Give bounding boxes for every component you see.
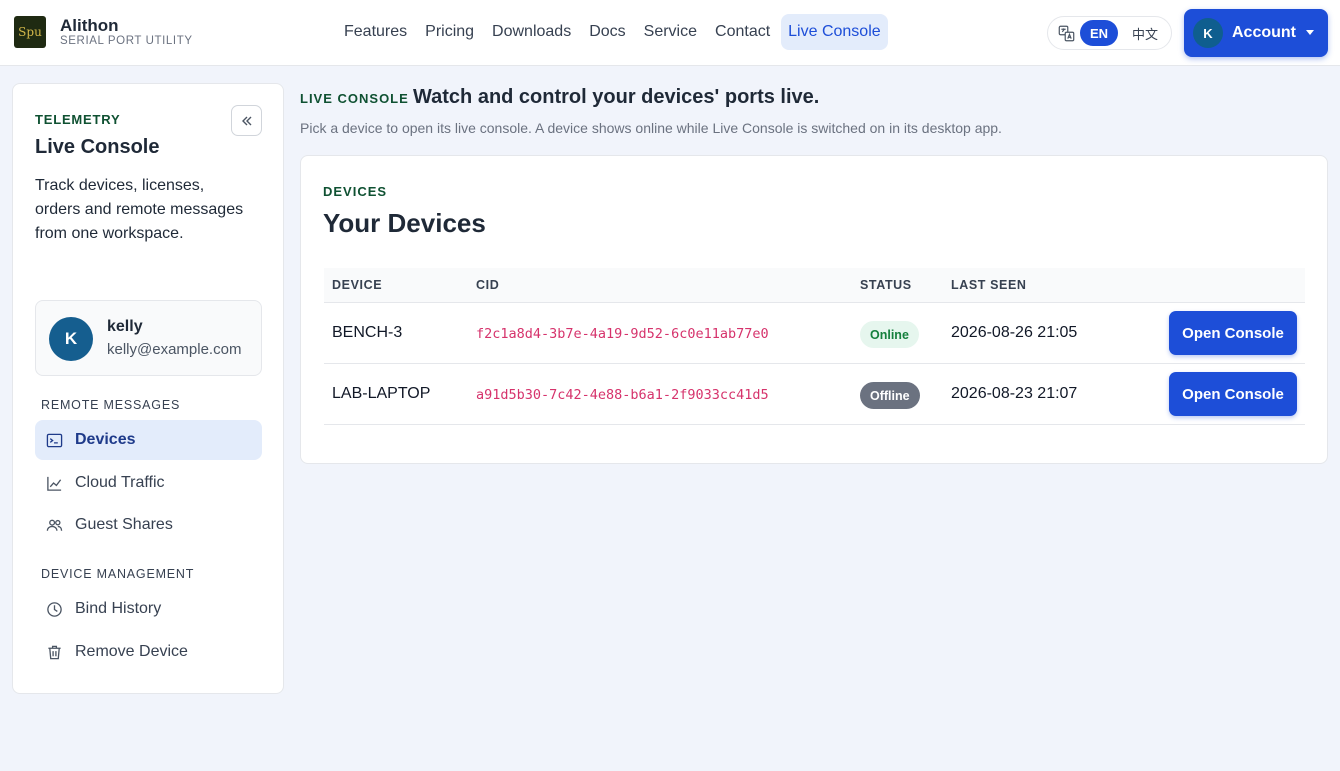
section-device-management: DEVICE MANAGEMENT <box>41 567 195 581</box>
user-name: kelly <box>107 318 143 335</box>
device-name: BENCH-3 <box>332 324 403 341</box>
terminal-icon <box>46 433 63 447</box>
table-header: DEVICE CID STATUS LAST SEEN <box>324 268 1305 303</box>
status-badge: Online <box>860 321 919 348</box>
sidebar-item-remove-device[interactable]: Remove Device <box>35 632 262 672</box>
main-eyebrow: LIVE CONSOLE <box>300 91 409 106</box>
sidebar-item-cloud-traffic[interactable]: Cloud Traffic <box>35 463 262 503</box>
sidebar-item-label: Devices <box>75 431 136 448</box>
user-card: K kelly kelly@example.com <box>35 300 262 376</box>
nav-docs[interactable]: Docs <box>582 14 632 50</box>
card-title: Your Devices <box>323 208 486 238</box>
sidebar-item-bind-history[interactable]: Bind History <box>35 589 262 629</box>
main-nav: Features Pricing Downloads Docs Service … <box>337 14 888 50</box>
users-icon <box>46 519 63 531</box>
column-header-status: STATUS <box>860 278 912 292</box>
nav-downloads[interactable]: Downloads <box>485 14 578 50</box>
brand-name[interactable]: Alithon <box>60 16 119 36</box>
top-navbar: Spu Alithon SERIAL PORT UTILITY Features… <box>0 0 1340 66</box>
sidebar-item-label: Bind History <box>75 600 162 617</box>
sidebar-item-label: Cloud Traffic <box>75 474 165 491</box>
table-row: BENCH-3 f2c1a8d4-3b7e-4a19-9d52-6c0e11ab… <box>324 303 1305 364</box>
avatar: K <box>49 317 93 361</box>
devices-table: DEVICE CID STATUS LAST SEEN BENCH-3 f2c1… <box>324 268 1305 425</box>
collapse-sidebar-button[interactable] <box>231 105 262 136</box>
lang-zh-button[interactable]: 中文 <box>1126 20 1164 46</box>
sidebar-item-label: Guest Shares <box>75 516 173 533</box>
brand-tagline: SERIAL PORT UTILITY <box>60 35 193 47</box>
nav-features[interactable]: Features <box>337 14 414 50</box>
sidebar-description: Track devices, licenses, orders and remo… <box>35 177 244 242</box>
devices-card: DEVICES Your Devices DEVICE CID STATUS L… <box>300 155 1328 464</box>
page-subtitle: Pick a device to open its live console. … <box>300 120 1002 136</box>
language-switcher: EN 中文 <box>1047 16 1172 50</box>
sidebar-item-guest-shares[interactable]: Guest Shares <box>35 505 262 545</box>
device-cid: a91d5b30-7c42-4e88-b6a1-2f9033cc41d5 <box>476 387 769 403</box>
app-logo[interactable]: Spu <box>14 16 46 48</box>
nav-contact[interactable]: Contact <box>708 14 777 50</box>
account-button[interactable]: K Account <box>1184 9 1328 57</box>
clock-icon <box>47 601 62 617</box>
status-badge: Offline <box>860 382 920 409</box>
column-header-device: DEVICE <box>332 278 383 292</box>
account-avatar: K <box>1193 18 1223 48</box>
sidebar-title: Live Console <box>35 136 160 158</box>
lang-en-button[interactable]: EN <box>1080 20 1118 46</box>
column-header-last-seen: LAST SEEN <box>951 278 1027 292</box>
sidebar-item-label: Remove Device <box>75 643 188 660</box>
user-email: kelly@example.com <box>107 341 242 358</box>
chevrons-left-icon <box>241 116 251 125</box>
last-seen: 2026-08-23 21:07 <box>951 385 1078 402</box>
sidebar-eyebrow: TELEMETRY <box>35 112 121 127</box>
sidebar: TELEMETRY Live Console Track devices, li… <box>12 83 284 694</box>
sidebar-item-devices[interactable]: Devices <box>35 420 262 460</box>
account-label: Account <box>1232 24 1296 41</box>
nav-live-console[interactable]: Live Console <box>781 14 888 50</box>
translate-icon <box>1058 25 1075 42</box>
trash-icon <box>48 645 61 659</box>
nav-service[interactable]: Service <box>637 14 704 50</box>
open-console-button[interactable]: Open Console <box>1169 311 1297 355</box>
device-name: LAB-LAPTOP <box>332 385 431 402</box>
table-row: LAB-LAPTOP a91d5b30-7c42-4e88-b6a1-2f903… <box>324 364 1305 425</box>
page-title: Watch and control your devices' ports li… <box>413 86 820 108</box>
card-eyebrow: DEVICES <box>323 184 388 199</box>
section-remote-messages: REMOTE MESSAGES <box>41 398 181 412</box>
column-header-cid: CID <box>476 278 500 292</box>
open-console-button[interactable]: Open Console <box>1169 372 1297 416</box>
last-seen: 2026-08-26 21:05 <box>951 324 1078 341</box>
caret-down-icon <box>1306 30 1314 35</box>
nav-pricing[interactable]: Pricing <box>418 14 481 50</box>
line-chart-icon <box>47 476 62 491</box>
device-cid: f2c1a8d4-3b7e-4a19-9d52-6c0e11ab77e0 <box>476 326 769 342</box>
